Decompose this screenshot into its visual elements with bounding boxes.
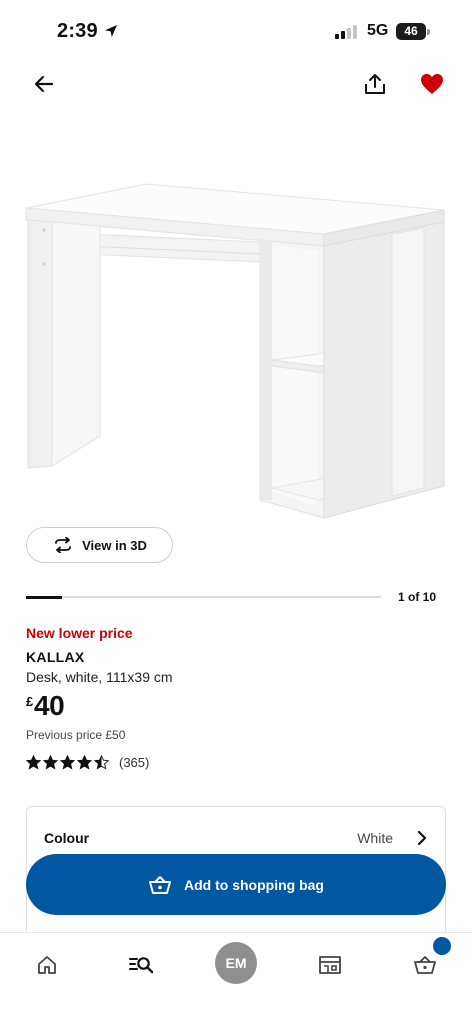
nav-profile-avatar[interactable]: EM xyxy=(215,942,257,984)
product-name: KALLAX xyxy=(26,649,85,665)
product-description: Desk, white, 111x39 cm xyxy=(26,669,173,685)
location-arrow-icon xyxy=(105,25,117,37)
chevron-right-icon xyxy=(417,830,427,846)
star-icon xyxy=(94,754,109,770)
rating-stars xyxy=(26,754,109,770)
image-counter: 1 of 10 xyxy=(398,590,437,604)
add-to-shopping-bag-label: Add to shopping bag xyxy=(184,876,324,893)
bag-icon xyxy=(414,956,436,974)
share-icon xyxy=(365,74,385,94)
carousel-progress-fill xyxy=(26,595,62,599)
star-icon xyxy=(26,754,41,770)
top-bar xyxy=(0,62,472,106)
nav-search[interactable] xyxy=(121,945,161,985)
view-in-3d-label: View in 3D xyxy=(82,537,147,553)
home-icon xyxy=(38,956,56,974)
battery-level: 46 xyxy=(396,23,426,40)
price-amount: 40 xyxy=(34,690,65,721)
nav-stores[interactable] xyxy=(310,945,350,985)
previous-price: Previous price £50 xyxy=(26,728,126,742)
review-count: (365) xyxy=(119,754,150,770)
rating[interactable]: (365) xyxy=(26,753,149,771)
nav-home[interactable] xyxy=(27,945,67,985)
image-carousel-progress xyxy=(26,595,381,599)
battery-icon: 46 xyxy=(396,23,430,40)
star-icon xyxy=(60,754,75,770)
colour-label: Colour xyxy=(44,830,90,846)
price-flag: New lower price xyxy=(26,625,133,641)
favorite-button[interactable] xyxy=(416,68,448,100)
bag-notification-dot xyxy=(431,935,453,957)
bottom-navigation: EM xyxy=(0,932,472,1024)
signal-icon xyxy=(335,25,357,39)
status-bar: 2:39 5G 46 xyxy=(0,0,472,62)
basket-icon xyxy=(149,875,171,894)
colour-value: White xyxy=(357,830,393,846)
star-icon xyxy=(43,754,58,770)
search-list-icon xyxy=(129,957,154,974)
star-icon xyxy=(77,754,92,770)
price-currency: £ xyxy=(26,694,34,709)
back-arrow-icon xyxy=(34,75,54,93)
network-label: 5G xyxy=(367,22,389,39)
add-to-shopping-bag-button[interactable]: Add to shopping bag xyxy=(26,854,446,915)
battery-tip xyxy=(427,29,430,35)
rotate-3d-icon xyxy=(55,537,71,553)
share-button[interactable] xyxy=(359,68,391,100)
back-button[interactable] xyxy=(28,68,60,100)
product-image[interactable] xyxy=(20,170,452,530)
heart-icon xyxy=(421,74,443,94)
view-in-3d-button[interactable]: View in 3D xyxy=(26,527,173,563)
status-time: 2:39 xyxy=(57,20,98,42)
store-icon xyxy=(319,956,341,974)
